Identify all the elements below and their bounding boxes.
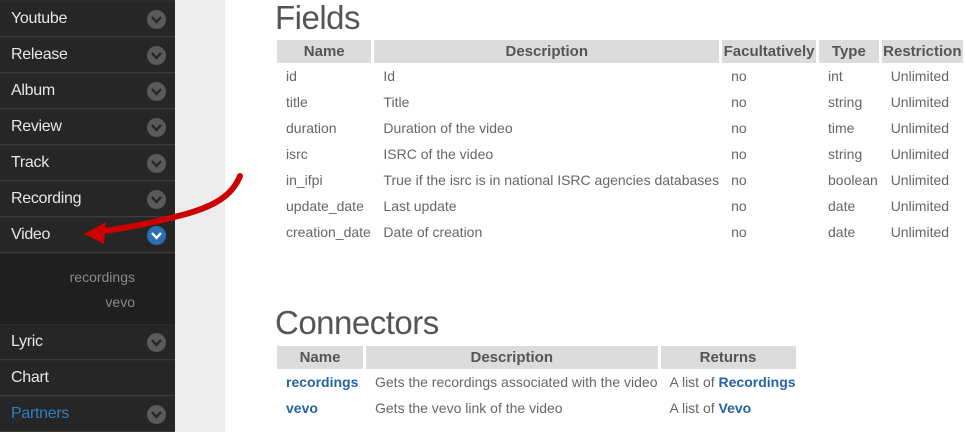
- field-facultatively: no: [731, 224, 747, 240]
- field-restriction: Unlimited: [890, 172, 950, 188]
- field-description: ISRC of the video: [383, 146, 494, 162]
- field-type: int: [828, 68, 843, 84]
- field-description: Id: [383, 68, 396, 84]
- column-header: Name: [277, 40, 372, 63]
- connector-link-recordings[interactable]: recordings: [286, 374, 358, 390]
- table-header-row: Name Description Returns: [277, 346, 796, 369]
- table-row: isrc ISRC of the video no string Unlimit…: [277, 141, 963, 167]
- field-type: boolean: [828, 172, 878, 188]
- connector-returns: A list of Vevo: [661, 395, 796, 421]
- field-description: Date of creation: [383, 224, 483, 240]
- field-type: string: [828, 94, 863, 110]
- field-name: duration: [286, 120, 337, 136]
- connectors-table: Name Description Returns recordings Gets…: [274, 346, 799, 421]
- returns-link-vevo[interactable]: Vevo: [719, 400, 752, 416]
- field-type: date: [828, 224, 856, 240]
- column-header: Description: [366, 346, 658, 369]
- connectors-heading: Connectors: [275, 304, 439, 341]
- fields-heading: Fields: [275, 0, 361, 36]
- field-type: date: [828, 198, 856, 214]
- field-name: isrc: [286, 146, 308, 162]
- field-facultatively: no: [731, 198, 747, 214]
- field-description: Duration of the video: [383, 120, 513, 136]
- field-restriction: Unlimited: [890, 146, 950, 162]
- field-description: Title: [383, 94, 410, 110]
- field-facultatively: no: [731, 120, 747, 136]
- table-row: id Id no int Unlimited: [277, 63, 963, 89]
- field-facultatively: no: [731, 94, 747, 110]
- table-row: update_date Last update no date Unlimite…: [277, 193, 963, 219]
- table-row: creation_date Date of creation no date U…: [277, 219, 963, 245]
- field-description: Last update: [383, 198, 457, 214]
- column-header: Type: [819, 40, 879, 63]
- field-type: string: [828, 146, 863, 162]
- connector-description: Gets the vevo link of the video: [375, 400, 563, 416]
- returns-prefix: A list of: [669, 374, 715, 390]
- column-header: Restriction: [881, 40, 963, 63]
- field-name: creation_date: [286, 224, 371, 240]
- field-restriction: Unlimited: [890, 94, 950, 110]
- field-restriction: Unlimited: [890, 120, 950, 136]
- column-header: Description: [374, 40, 720, 63]
- field-restriction: Unlimited: [890, 198, 950, 214]
- returns-prefix: A list of: [669, 400, 715, 416]
- connector-link-vevo[interactable]: vevo: [286, 400, 318, 416]
- connector-returns: A list of Recordings: [661, 369, 796, 395]
- field-name: id: [286, 68, 297, 84]
- field-description: True if the isrc is in national ISRC age…: [383, 172, 720, 188]
- returns-link-recordings[interactable]: Recordings: [719, 374, 796, 390]
- field-facultatively: no: [731, 172, 747, 188]
- field-restriction: Unlimited: [890, 224, 950, 240]
- column-header: Name: [277, 346, 363, 369]
- table-header-row: Name Description Facultatively Type Rest…: [277, 40, 963, 63]
- field-name: in_ifpi: [286, 172, 323, 188]
- column-header: Returns: [660, 346, 796, 369]
- table-row: recordings Gets the recordings associate…: [277, 369, 796, 395]
- table-row: title Title no string Unlimited: [277, 89, 963, 115]
- field-facultatively: no: [731, 68, 747, 84]
- table-row: in_ifpi True if the isrc is in national …: [277, 167, 963, 193]
- field-name: update_date: [286, 198, 364, 214]
- fields-table: Name Description Facultatively Type Rest…: [274, 40, 966, 245]
- table-row: vevo Gets the vevo link of the video A l…: [277, 395, 796, 421]
- field-name: title: [286, 94, 308, 110]
- column-header: Facultatively: [722, 40, 816, 63]
- field-type: time: [828, 120, 855, 136]
- field-restriction: Unlimited: [890, 68, 950, 84]
- table-row: duration Duration of the video no time U…: [277, 115, 963, 141]
- field-facultatively: no: [731, 146, 747, 162]
- connector-description: Gets the recordings associated with the …: [375, 374, 658, 390]
